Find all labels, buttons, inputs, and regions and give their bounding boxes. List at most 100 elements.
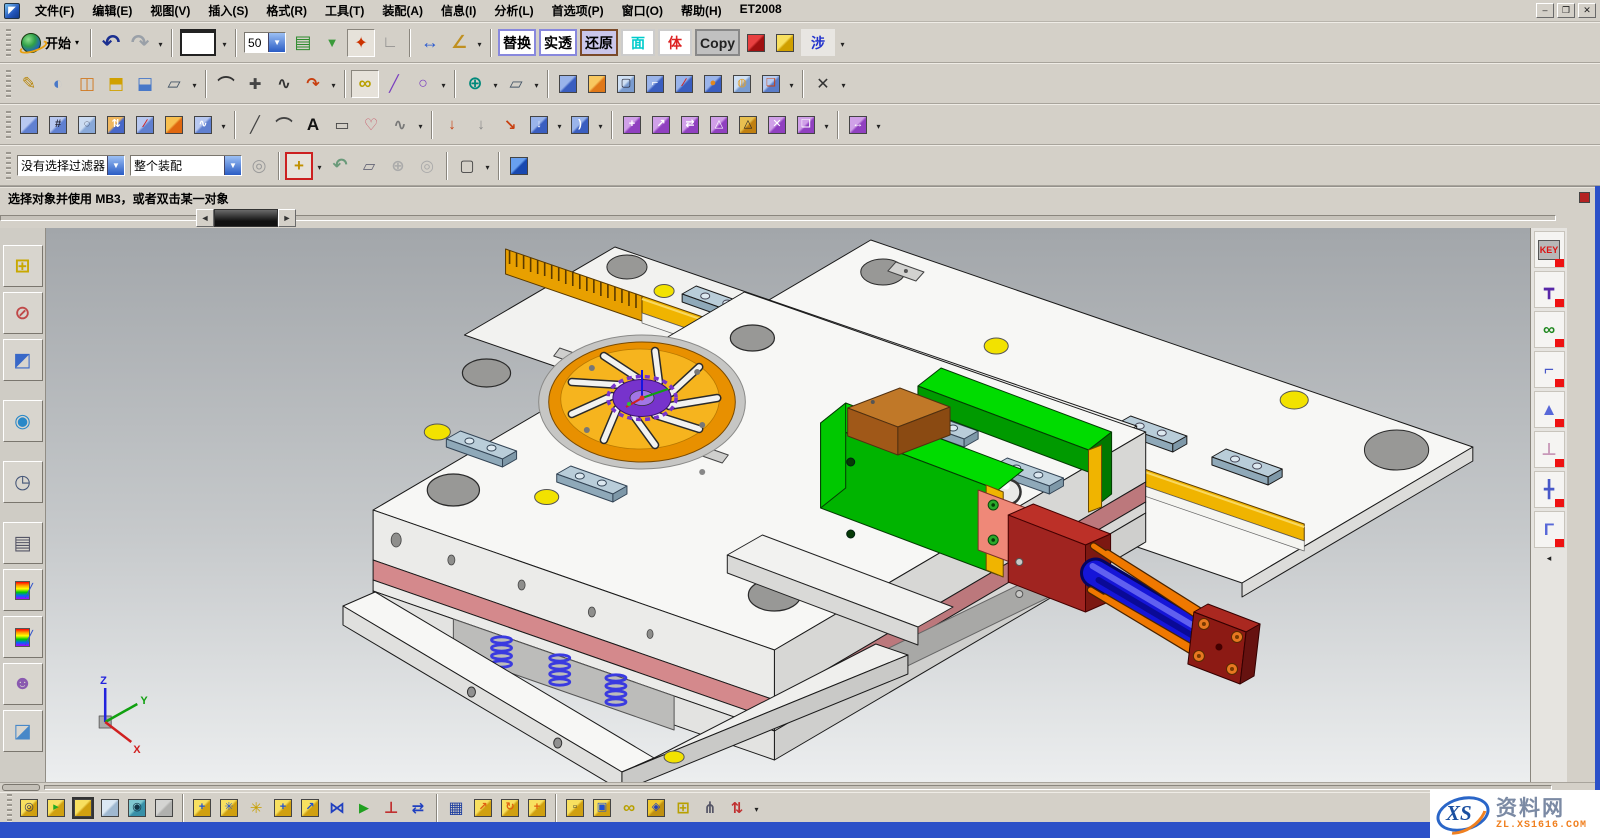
rectangle-select-icon[interactable]: ▢	[453, 152, 481, 180]
menu-help[interactable]: 帮助(H)	[672, 0, 731, 21]
constraint-navigator-tab[interactable]: ⊘	[3, 292, 43, 334]
component-snapshot-icon[interactable]: ◉	[124, 795, 150, 821]
history-tab[interactable]: ◷	[3, 461, 43, 503]
scroll-left-arrow[interactable]: ◄	[196, 209, 214, 227]
open-component-icon[interactable]: ▸	[43, 795, 69, 821]
line-2pt-icon[interactable]: ╱	[241, 111, 269, 139]
new-component-icon[interactable]: ✳	[216, 795, 242, 821]
studio-surface-icon[interactable]: ∿	[189, 111, 217, 139]
selection-filter-combo-arrow[interactable]: ▼	[107, 156, 124, 175]
body-button[interactable]: 体	[658, 29, 692, 56]
unwrap-caret[interactable]: ▾	[595, 111, 606, 139]
fillet-curve-icon[interactable]: ∿	[270, 70, 298, 98]
layer-settings-icon[interactable]: ▤	[289, 29, 317, 57]
resize-face-icon[interactable]: △	[734, 111, 762, 139]
menu-tools[interactable]: 工具(T)	[316, 0, 373, 21]
menu-analysis[interactable]: 分析(L)	[485, 0, 542, 21]
polyline-icon[interactable]: ∿	[386, 111, 414, 139]
sync-caret[interactable]: ▾	[821, 111, 832, 139]
scroll-right-arrow[interactable]: ►	[278, 209, 296, 227]
display-template-dropdown[interactable]	[180, 29, 216, 56]
move-face-icon[interactable]: +	[618, 111, 646, 139]
section-caret[interactable]: ▾	[838, 70, 849, 98]
menu-view[interactable]: 视图(V)	[141, 0, 199, 21]
surface-caret[interactable]: ▾	[218, 111, 229, 139]
selection-scope-combo-arrow[interactable]: ▼	[224, 156, 241, 175]
bounded-plane-icon[interactable]: ◌	[73, 111, 101, 139]
copy-display-button[interactable]: Copy	[695, 29, 740, 56]
roles-tab[interactable]: ☻	[3, 663, 43, 705]
snapshot-disabled-icon[interactable]	[151, 795, 177, 821]
datum-plane-icon[interactable]: ▱	[160, 70, 188, 98]
boss-icon[interactable]: ◍	[728, 70, 756, 98]
swept-icon[interactable]	[583, 70, 611, 98]
bridge-curve-icon[interactable]: ⌒	[212, 70, 240, 98]
sketch-icon[interactable]: ✎	[15, 70, 43, 98]
shell-icon[interactable]: ▢	[612, 70, 640, 98]
join-curve-button[interactable]: ∞	[351, 70, 379, 98]
snap-point-button[interactable]: +	[285, 152, 313, 180]
divide-face-icon[interactable]: ∕	[131, 111, 159, 139]
part-navigator-tab[interactable]: ◩	[3, 339, 43, 381]
menu-format[interactable]: 格式(R)	[257, 0, 316, 21]
save-assembly-icon[interactable]: ▦	[443, 795, 469, 821]
datum-caret[interactable]: ▾	[189, 70, 200, 98]
gallery-tab[interactable]: ◪	[3, 710, 43, 752]
key-template-button[interactable]: KEY	[1534, 231, 1565, 268]
add-component-icon[interactable]: +	[189, 795, 215, 821]
menu-file[interactable]: 文件(F)	[26, 0, 83, 21]
palette-tab[interactable]: ▤	[3, 522, 43, 564]
dock-button[interactable]	[1579, 192, 1590, 203]
wave-link-icon[interactable]: ∞	[616, 795, 642, 821]
collapse-toolbar-button[interactable]: ◂	[1534, 551, 1565, 565]
internet-explorer-tab[interactable]: ◉	[3, 400, 43, 442]
circle-icon[interactable]: ○	[409, 70, 437, 98]
measure-angle-icon[interactable]: ∠	[445, 29, 473, 57]
fitting-template-button[interactable]: ╋	[1534, 471, 1565, 508]
combined-projection-icon[interactable]: ↓	[467, 111, 495, 139]
menu-edit[interactable]: 编辑(E)	[83, 0, 141, 21]
patch-body-icon[interactable]: ◐	[44, 70, 72, 98]
pin-template-button[interactable]: ⊥	[1534, 431, 1565, 468]
toolbar-grip[interactable]	[6, 111, 11, 139]
reset-filter-icon[interactable]: ⊕	[384, 152, 412, 180]
display-template-caret[interactable]: ▾	[219, 29, 230, 57]
toolbar-grip[interactable]	[7, 794, 12, 822]
toolbar-grip[interactable]	[6, 152, 11, 180]
face-blend-icon[interactable]	[160, 111, 188, 139]
move-to-layer-icon[interactable]: ▼	[318, 29, 346, 57]
trim-body-icon[interactable]: ∕	[670, 70, 698, 98]
copy-face-icon[interactable]: ❏	[792, 111, 820, 139]
wave-geometry-icon[interactable]: ▣	[589, 795, 615, 821]
enlarge-surface-icon[interactable]: ◫	[73, 70, 101, 98]
boolean-icon[interactable]: ⊕	[461, 70, 489, 98]
derive-caret[interactable]: ▾	[554, 111, 565, 139]
undo-selection-icon[interactable]: ↶	[326, 152, 354, 180]
menu-insert[interactable]: 插入(S)	[199, 0, 257, 21]
menu-assemblies[interactable]: 装配(A)	[373, 0, 432, 21]
unwrap-icon[interactable]: )	[566, 111, 594, 139]
boolean-caret[interactable]: ▾	[490, 70, 501, 98]
show-yellow-cube-button[interactable]	[771, 29, 799, 57]
circle-caret[interactable]: ▾	[438, 70, 449, 98]
menu-information[interactable]: 信息(I)	[432, 0, 485, 21]
visualization-tab[interactable]	[3, 569, 43, 611]
restore-button[interactable]: ❐	[1557, 3, 1575, 18]
datum-caret-2[interactable]: ▾	[531, 70, 542, 98]
hole-icon[interactable]: ●	[699, 70, 727, 98]
assembly-navigator-tab[interactable]: ⊞	[3, 245, 43, 287]
thicken-icon[interactable]: ⬓	[131, 70, 159, 98]
plate-template-button[interactable]: ▲	[1534, 391, 1565, 428]
mirror-assembly-icon[interactable]: ⋈	[324, 795, 350, 821]
menu-et2008[interactable]: ET2008	[731, 0, 791, 21]
assembly-sequence-icon[interactable]: ⇅	[724, 795, 750, 821]
curve-edit-caret[interactable]: ▾	[328, 70, 339, 98]
snap-point-caret[interactable]: ▾	[314, 152, 325, 180]
bolt-template-button[interactable]: ┳	[1534, 271, 1565, 308]
hold-component-icon[interactable]: ↻	[497, 795, 523, 821]
perpendicular-constraint-icon[interactable]: ⊥	[378, 795, 404, 821]
interference-button[interactable]: 涉	[801, 29, 835, 56]
block-icon[interactable]	[554, 70, 582, 98]
minimize-button[interactable]: –	[1536, 3, 1554, 18]
menu-window[interactable]: 窗口(O)	[613, 0, 672, 21]
